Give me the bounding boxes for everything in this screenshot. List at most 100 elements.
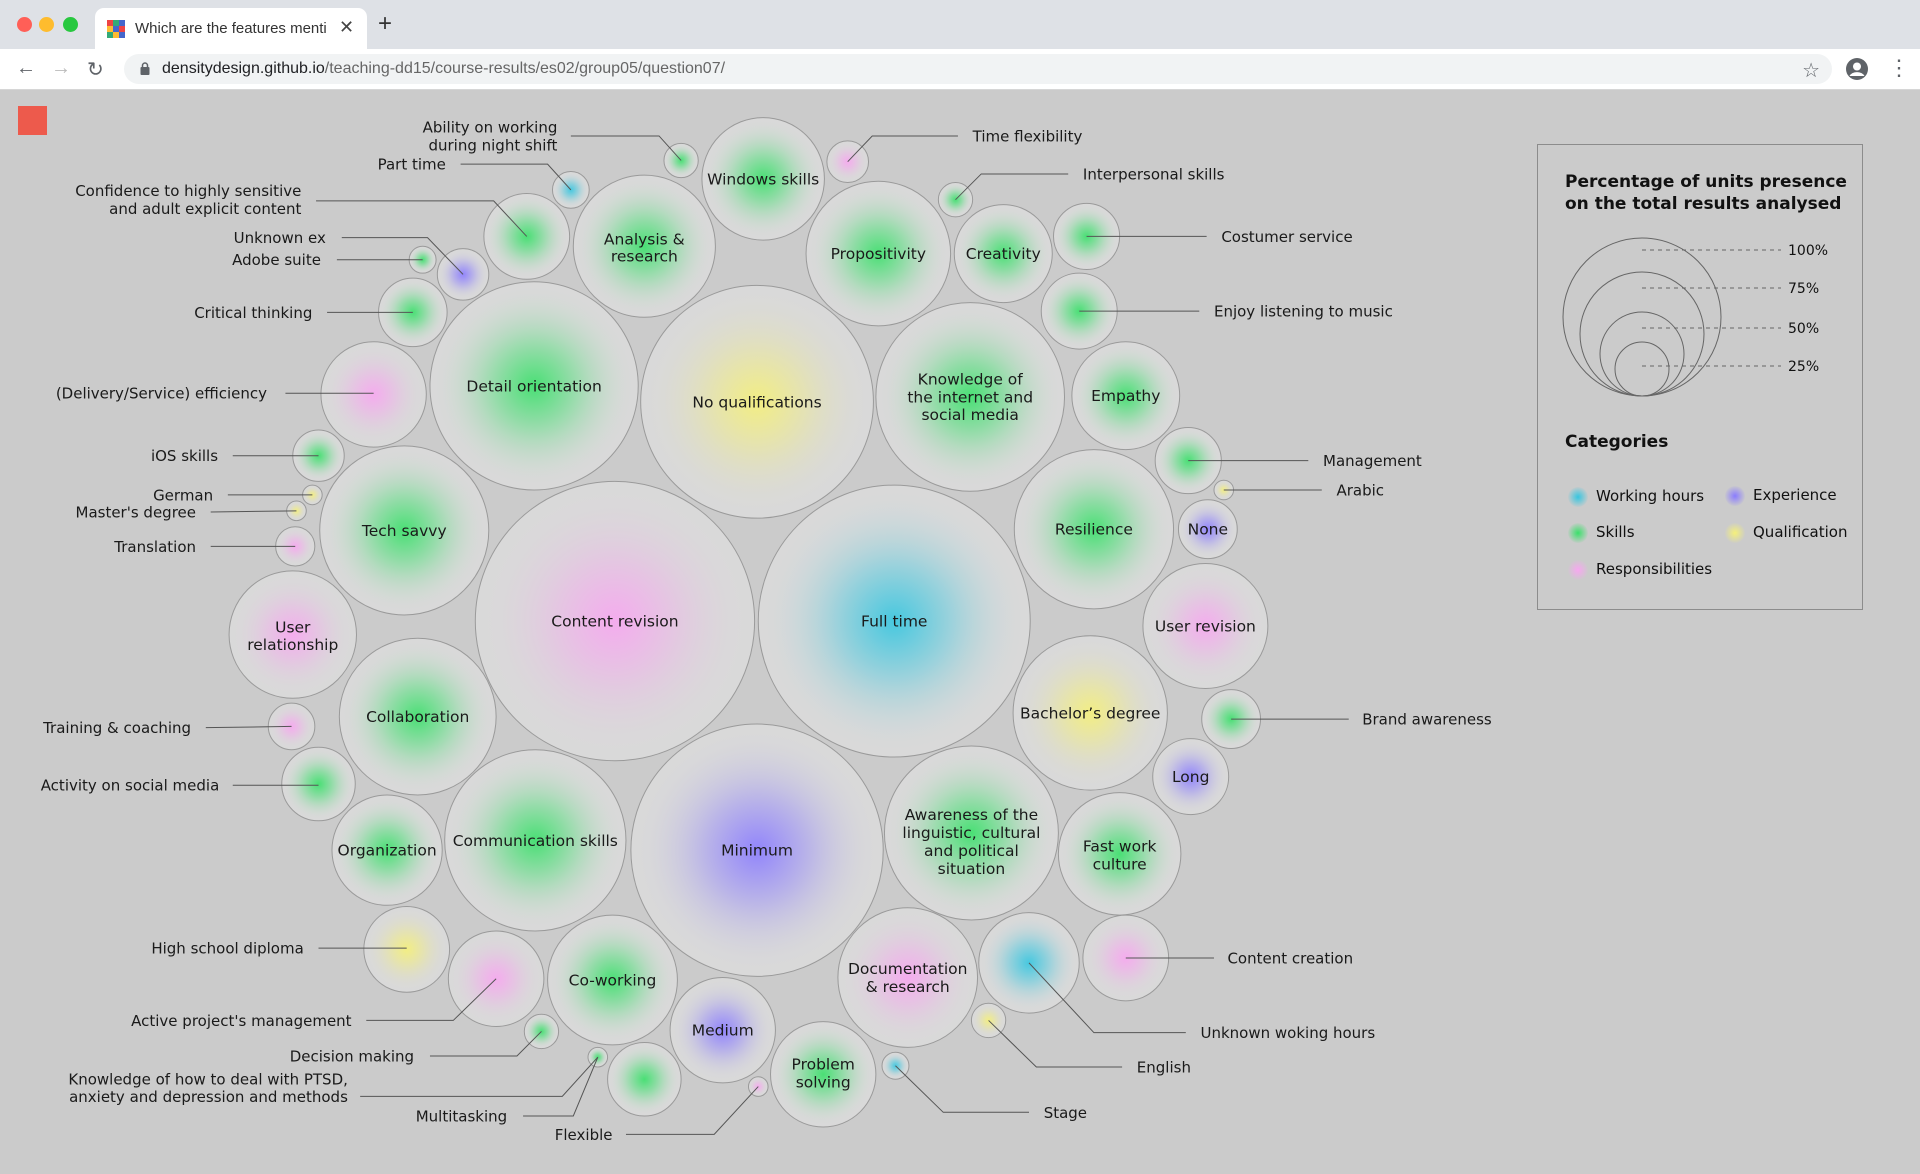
- legend-size-circle: [1562, 237, 1722, 397]
- maximize-window-button[interactable]: [63, 17, 78, 32]
- legend-categories-title: Categories: [1565, 432, 1669, 452]
- lock-icon: [140, 62, 150, 75]
- new-tab-icon[interactable]: +: [378, 12, 392, 36]
- legend-size-label: 25%: [1788, 359, 1819, 375]
- legend-item-label: Working hours: [1596, 487, 1705, 505]
- label-master-s-degree: Master's degree: [76, 504, 197, 522]
- bubble-label-user-relationship-line: relationship: [247, 636, 338, 654]
- tab-title: Which are the features mentioned: [135, 20, 327, 37]
- bubble-label-tech-savvy: Tech savvy: [361, 522, 447, 540]
- label-enjoy-listening-to-music: Enjoy listening to music: [1214, 303, 1393, 321]
- bubble-label-full-time: Full time: [861, 613, 927, 631]
- bubble-label-detail-orientation: Detail orientation: [466, 377, 601, 395]
- label-activity-on-social-media-line: Activity on social media: [41, 777, 220, 795]
- bubble-flexible[interactable]: [607, 1041, 682, 1117]
- bubble-label-resilience: Resilience: [1055, 521, 1133, 539]
- label-critical-thinking-line: Critical thinking: [194, 304, 312, 322]
- bubble-label-user-revision-line: User revision: [1155, 617, 1256, 635]
- leader-line: [988, 1020, 1123, 1068]
- browser-tab[interactable]: Which are the features mentioned ✕: [95, 8, 367, 49]
- bubble-high-school-diploma[interactable]: [363, 906, 451, 993]
- label-active-project-s-management-line: Active project's management: [131, 1012, 352, 1030]
- url-text: densitydesign.github.io/teaching-dd15/co…: [162, 60, 725, 78]
- label-confidence-to-highly-sensitive-and-adult-explicit-content: Confidence to highly sensitive and adult …: [75, 182, 301, 218]
- url-host: densitydesign.github.io: [162, 60, 325, 77]
- label-high-school-diploma-line: High school diploma: [151, 940, 303, 958]
- bubble-label-awareness-of-the-linguistic-cultural-and-political-situation-line: Awareness of the: [905, 806, 1038, 824]
- close-window-button[interactable]: [17, 17, 32, 32]
- bubble-label-resilience-line: Resilience: [1055, 521, 1133, 539]
- bookmark-star-icon[interactable]: ☆: [1802, 58, 1820, 83]
- legend-item-responsibilities: Responsibilities: [1568, 560, 1713, 580]
- bubble-label-propositivity-line: Propositivity: [831, 245, 926, 263]
- bubble-label-long: Long: [1172, 768, 1210, 786]
- leader-line: [523, 1056, 599, 1117]
- bubble-label-minimum: Minimum: [721, 842, 793, 860]
- label-unknown-ex: Unknown ex: [234, 229, 326, 247]
- bubble-label-fast-work-culture-line: culture: [1093, 855, 1147, 873]
- forward-icon[interactable]: →: [51, 57, 71, 80]
- profile-icon[interactable]: [1845, 57, 1869, 81]
- label-interpersonal-skills-line: Interpersonal skills: [1083, 165, 1225, 183]
- bubble-label-none-line: None: [1188, 521, 1228, 539]
- back-icon[interactable]: ←: [16, 57, 36, 80]
- label-training-coaching-line: Training & coaching: [42, 719, 191, 737]
- label-content-creation: Content creation: [1227, 949, 1353, 967]
- address-bar[interactable]: densitydesign.github.io/teaching-dd15/co…: [124, 54, 1832, 84]
- label-management: Management: [1323, 452, 1422, 470]
- bubble-label-bachelor-s-degree: Bachelor’s degree: [1020, 704, 1160, 722]
- url-path: /teaching-dd15/course-results/es02/group…: [324, 60, 726, 77]
- leader-line: [895, 1065, 1029, 1113]
- label-adobe-suite: Adobe suite: [232, 251, 321, 269]
- bubble-label-awareness-of-the-linguistic-cultural-and-political-situation-line: linguistic, cultural: [902, 824, 1040, 842]
- bubble-label-communication-skills-line: Communication skills: [453, 832, 618, 850]
- label-translation: Translation: [113, 538, 196, 556]
- reload-icon[interactable]: ↻: [87, 57, 104, 82]
- label-flexible-line: Flexible: [555, 1126, 613, 1144]
- label-enjoy-listening-to-music-line: Enjoy listening to music: [1214, 303, 1393, 321]
- bubble-label-knowledge-of-the-internet-and-social-media-line: the internet and: [907, 388, 1033, 406]
- legend-size-circle: [1614, 341, 1670, 397]
- bubble-label-empathy-line: Empathy: [1091, 387, 1160, 405]
- bubble-label-analysis-research: Analysis & research: [604, 230, 685, 265]
- label-unknown-woking-hours-line: Unknown woking hours: [1201, 1024, 1376, 1042]
- bubble-label-content-revision: Content revision: [551, 613, 678, 631]
- bubble-ability-on-working-during-night-shift[interactable]: [663, 142, 699, 179]
- bubble-activity-on-social-media[interactable]: [281, 746, 356, 822]
- legend-item-label: Experience: [1753, 486, 1837, 504]
- label-multitasking-line: Multitasking: [416, 1107, 507, 1125]
- close-tab-icon[interactable]: ✕: [339, 17, 354, 38]
- label-knowledge-of-how-to-deal-with-ptsd-anxiety-and-depression-and-methods-line: anxiety and depression and methods: [69, 1088, 348, 1106]
- legend-size-circle: [1579, 271, 1705, 397]
- legend-item-experience: Experience: [1725, 486, 1837, 506]
- bubble-label-user-revision: User revision: [1155, 617, 1256, 635]
- label-stage-line: Stage: [1044, 1104, 1087, 1122]
- label-multitasking: Multitasking: [416, 1107, 507, 1125]
- bubble-label-no-qualifications: No qualifications: [692, 393, 821, 411]
- label-management-line: Management: [1323, 452, 1422, 470]
- bubble-label-analysis-research-line: research: [611, 248, 678, 266]
- bubble-label-problem-solving-line: solving: [796, 1073, 851, 1091]
- label-critical-thinking: Critical thinking: [194, 304, 312, 322]
- label-decision-making: Decision making: [290, 1047, 414, 1065]
- bubble-label-minimum-line: Minimum: [721, 842, 793, 860]
- bubble-label-propositivity: Propositivity: [831, 245, 926, 263]
- leader-line: [210, 510, 297, 513]
- bubble-label-windows-skills: Windows skills: [707, 170, 819, 188]
- page-content: Full time Content revision Minimum No quali…: [0, 90, 1920, 1174]
- bubble-label-medium: Medium: [692, 1022, 754, 1040]
- bubble-delivery-service-efficiency[interactable]: [320, 341, 427, 448]
- label-ios-skills: iOS skills: [151, 447, 218, 465]
- bubble-label-documentation-research-line: & research: [866, 978, 950, 996]
- label-master-s-degree-line: Master's degree: [76, 504, 197, 522]
- bubble-label-knowledge-of-the-internet-and-social-media-line: social media: [921, 406, 1018, 424]
- bubble-label-creativity: Creativity: [966, 245, 1041, 263]
- label-unknown-ex-line: Unknown ex: [234, 229, 326, 247]
- legend-size-label: 100%: [1788, 243, 1828, 259]
- legend-panel: Percentage of units presence on the tota…: [1537, 144, 1863, 610]
- label-costumer-service-line: Costumer service: [1221, 228, 1352, 246]
- minimize-window-button[interactable]: [39, 17, 54, 32]
- legend-item-label: Responsibilities: [1596, 560, 1713, 578]
- kebab-menu-icon[interactable]: ⋮: [1888, 55, 1910, 81]
- bubble-label-user-relationship-line: User: [275, 618, 311, 636]
